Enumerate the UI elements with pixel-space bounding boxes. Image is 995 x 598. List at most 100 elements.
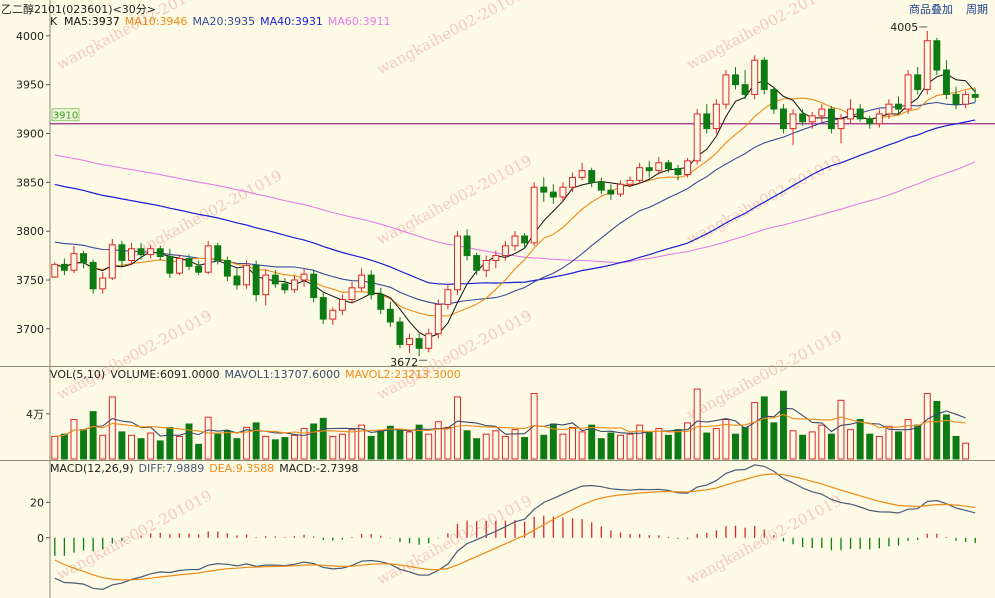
volume-bar	[722, 419, 730, 460]
legend-item-ma5: MA5:3937	[64, 15, 120, 28]
volume-bar	[808, 431, 816, 460]
candle-body	[99, 277, 107, 290]
price-tick-label: 3950	[16, 79, 44, 92]
legend-item-macd: MACD:-2.7398	[279, 462, 359, 475]
volume-bar	[271, 439, 279, 460]
volume-bar	[837, 399, 845, 460]
volume-bar	[454, 396, 461, 460]
volume-bar	[655, 428, 663, 460]
candle-body	[492, 255, 500, 261]
volume-bar	[492, 430, 500, 460]
period-link[interactable]: 周期	[966, 1, 988, 17]
volume-bar	[60, 433, 68, 460]
volume-bar	[310, 423, 318, 460]
candle-body	[195, 265, 203, 273]
candle-body	[243, 264, 251, 286]
volume-bar	[799, 434, 807, 460]
volume-bar	[712, 428, 720, 460]
chart-canvas: 3700 3750 3800 3850 3900 3950 4000 3910 wangkaih…	[0, 0, 995, 598]
candle-body	[923, 40, 931, 91]
candle-body	[827, 108, 835, 130]
volume-bar	[473, 438, 481, 460]
volume-bar	[252, 422, 260, 460]
volume-bar	[386, 425, 394, 460]
volume-bar	[444, 426, 452, 460]
candle-body	[549, 191, 557, 198]
candle-body	[80, 253, 88, 263]
volume-bar	[70, 419, 78, 460]
price-tick-label: 3750	[16, 274, 44, 287]
legend-item-ma40: MA40:3931	[260, 15, 323, 28]
candle-body	[530, 186, 538, 244]
candle-body	[147, 248, 155, 256]
candle-body	[108, 244, 116, 279]
reference-line-label: 3910	[53, 111, 78, 122]
watermark-text: wangkaihe002-201019	[53, 306, 215, 403]
candle-body	[578, 170, 586, 178]
candle-body	[156, 248, 164, 258]
candle-body	[607, 189, 615, 195]
watermark-text: wangkaihe002-201019	[373, 491, 535, 588]
volume-bar	[348, 429, 356, 460]
volume-bar	[789, 430, 797, 460]
candle-body	[597, 181, 605, 191]
volume-bar	[137, 438, 145, 460]
high-annotation: 4005	[890, 21, 918, 34]
price-indicator-label: K	[50, 15, 58, 28]
candle-body	[856, 108, 864, 120]
legend-item-mavol2: MAVOL2:23213.3000	[345, 368, 461, 381]
candle-body	[770, 89, 778, 110]
volume-bar	[760, 396, 768, 460]
candle-body	[223, 259, 231, 277]
overlay-commodity-link[interactable]: 商品叠加	[909, 1, 953, 17]
candle-body	[291, 279, 298, 291]
candle-body	[703, 113, 711, 130]
volume-bar	[501, 435, 509, 460]
volume-bar	[204, 416, 212, 460]
price-tick-label: 3850	[16, 176, 44, 189]
candle-body	[166, 256, 174, 274]
volume-bar	[578, 431, 586, 460]
candle-body	[175, 258, 183, 274]
volume-bar	[962, 442, 970, 460]
candle-body	[674, 168, 682, 176]
volume-bar	[463, 430, 471, 460]
candle-body	[521, 235, 529, 244]
volume-bar	[329, 435, 337, 460]
candle-body	[722, 74, 730, 105]
ma20-line	[54, 101, 976, 305]
legend-item-dea: DEA:9.3588	[209, 462, 275, 475]
candle-body	[789, 113, 797, 130]
volume-bar	[108, 396, 116, 460]
volume-bar	[569, 426, 576, 460]
volume-bar	[856, 419, 864, 460]
volume-bar	[195, 443, 203, 460]
volume-bar	[128, 434, 135, 460]
candle-body	[914, 74, 922, 91]
candle-body	[942, 69, 950, 95]
candle-body	[847, 108, 855, 120]
candle-body	[511, 235, 519, 247]
volume-bar	[597, 438, 605, 460]
candle-body	[741, 84, 749, 95]
macd-tick-label: 0	[37, 532, 44, 545]
candle-body	[569, 176, 576, 188]
indicator-label: VOL(5,10)	[50, 368, 106, 381]
volume-bar	[175, 435, 183, 460]
volume-bar	[895, 431, 902, 460]
volume-bar	[933, 400, 941, 460]
volume-tick-label: 4万	[26, 408, 44, 421]
volume-bar	[779, 390, 787, 460]
candle-body	[501, 245, 509, 257]
legend-item-mavol1: MAVOL1:13707.6000	[224, 368, 341, 381]
watermark-text: wangkaihe002-201019	[373, 306, 535, 403]
volume-bar	[338, 433, 346, 460]
price-legend: MA5:3937 MA10:3946 MA20:3935 MA40:3931 MA60:…	[64, 15, 396, 28]
volume-bar	[89, 411, 97, 460]
candle-body	[233, 275, 241, 286]
volume-legend: VOL(5,10) VOLUME:6091.0000 MAVOL1:13707.60…	[50, 368, 466, 381]
volume-bar	[434, 421, 442, 460]
candle-body	[645, 167, 653, 172]
watermark-text: wangkaihe002-201019	[683, 491, 845, 588]
candle-body	[904, 74, 912, 110]
